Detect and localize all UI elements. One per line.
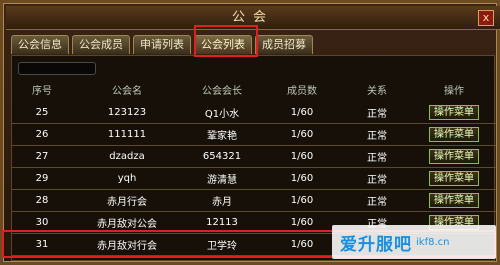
header-guild-name: 公会名: [112, 86, 142, 97]
cell-members: 1/60: [290, 195, 314, 206]
cell-members: 1/60: [290, 173, 314, 184]
cell-leader: 赤月: [212, 197, 232, 208]
cell-leader: 654321: [202, 151, 242, 162]
cell-index: 29: [35, 173, 49, 184]
cell-relation: 正常: [367, 109, 387, 120]
header-action: 操作: [444, 86, 464, 97]
window-title: 公会: [231, 10, 274, 25]
tab-highlight-box: [194, 25, 258, 57]
tab-guild-info[interactable]: 公会信息: [11, 35, 69, 54]
cell-guild-name: dzadza: [109, 151, 145, 162]
header-relation: 关系: [367, 86, 387, 97]
table-row[interactable]: 27 dzadza 654321 1/60 正常 操作菜单: [12, 146, 496, 168]
header-index: 序号: [32, 86, 52, 97]
action-menu-button[interactable]: 操作菜单: [429, 127, 479, 142]
table-header: 序号 公会名 公会会长 成员数 关系 操作: [12, 82, 496, 102]
cell-guild-name: 111111: [107, 129, 147, 140]
search-input[interactable]: [18, 62, 96, 75]
cell-index: 30: [35, 217, 49, 228]
tab-application-list[interactable]: 申请列表: [133, 35, 191, 54]
action-menu-button[interactable]: 操作菜单: [429, 193, 479, 208]
cell-leader: 12113: [206, 217, 238, 228]
cell-index: 26: [35, 129, 49, 140]
cell-guild-name: yqh: [117, 173, 137, 184]
cell-leader: Q1小水: [204, 109, 240, 120]
tab-guild-members[interactable]: 公会成员: [72, 35, 130, 54]
cell-relation: 正常: [367, 153, 387, 164]
table-row[interactable]: 26 111111 鞏家艳 1/60 正常 操作菜单: [12, 124, 496, 146]
cell-members: 1/60: [290, 151, 314, 162]
action-menu-button[interactable]: 操作菜单: [429, 105, 479, 120]
cell-guild-name: 赤月行会: [107, 197, 147, 208]
action-menu-button[interactable]: 操作菜单: [429, 149, 479, 164]
cell-leader: 鞏家艳: [207, 131, 237, 142]
table-row[interactable]: 29 yqh 游清慧 1/60 正常 操作菜单: [12, 168, 496, 190]
cell-guild-name: 123123: [107, 107, 147, 118]
table-row[interactable]: 25 123123 Q1小水 1/60 正常 操作菜单: [12, 102, 496, 124]
cell-relation: 正常: [367, 197, 387, 208]
cell-leader: 游清慧: [207, 175, 237, 186]
cell-relation: 正常: [367, 131, 387, 142]
close-icon[interactable]: x: [478, 10, 494, 26]
tab-bar: 公会信息 公会成员 申请列表 公会列表 成员招募: [11, 35, 316, 55]
cell-index: 27: [35, 151, 49, 162]
table-row[interactable]: 28 赤月行会 赤月 1/60 正常 操作菜单: [12, 190, 496, 212]
watermark: 爱升服吧 ikf8.cn: [332, 225, 496, 259]
cell-guild-name: 赤月敌对公会: [97, 219, 157, 230]
watermark-url: ikf8.cn: [416, 236, 450, 248]
cell-index: 28: [35, 195, 49, 206]
tab-member-recruit[interactable]: 成员招募: [255, 35, 313, 54]
header-member-count: 成员数: [287, 86, 317, 97]
cell-members: 1/60: [290, 217, 314, 228]
cell-index: 25: [35, 107, 49, 118]
action-menu-button[interactable]: 操作菜单: [429, 171, 479, 186]
cell-members: 1/60: [290, 107, 314, 118]
header-guild-leader: 公会会长: [202, 86, 242, 97]
watermark-logo: 爱升服吧: [340, 234, 412, 255]
cell-members: 1/60: [290, 129, 314, 140]
cell-relation: 正常: [367, 175, 387, 186]
